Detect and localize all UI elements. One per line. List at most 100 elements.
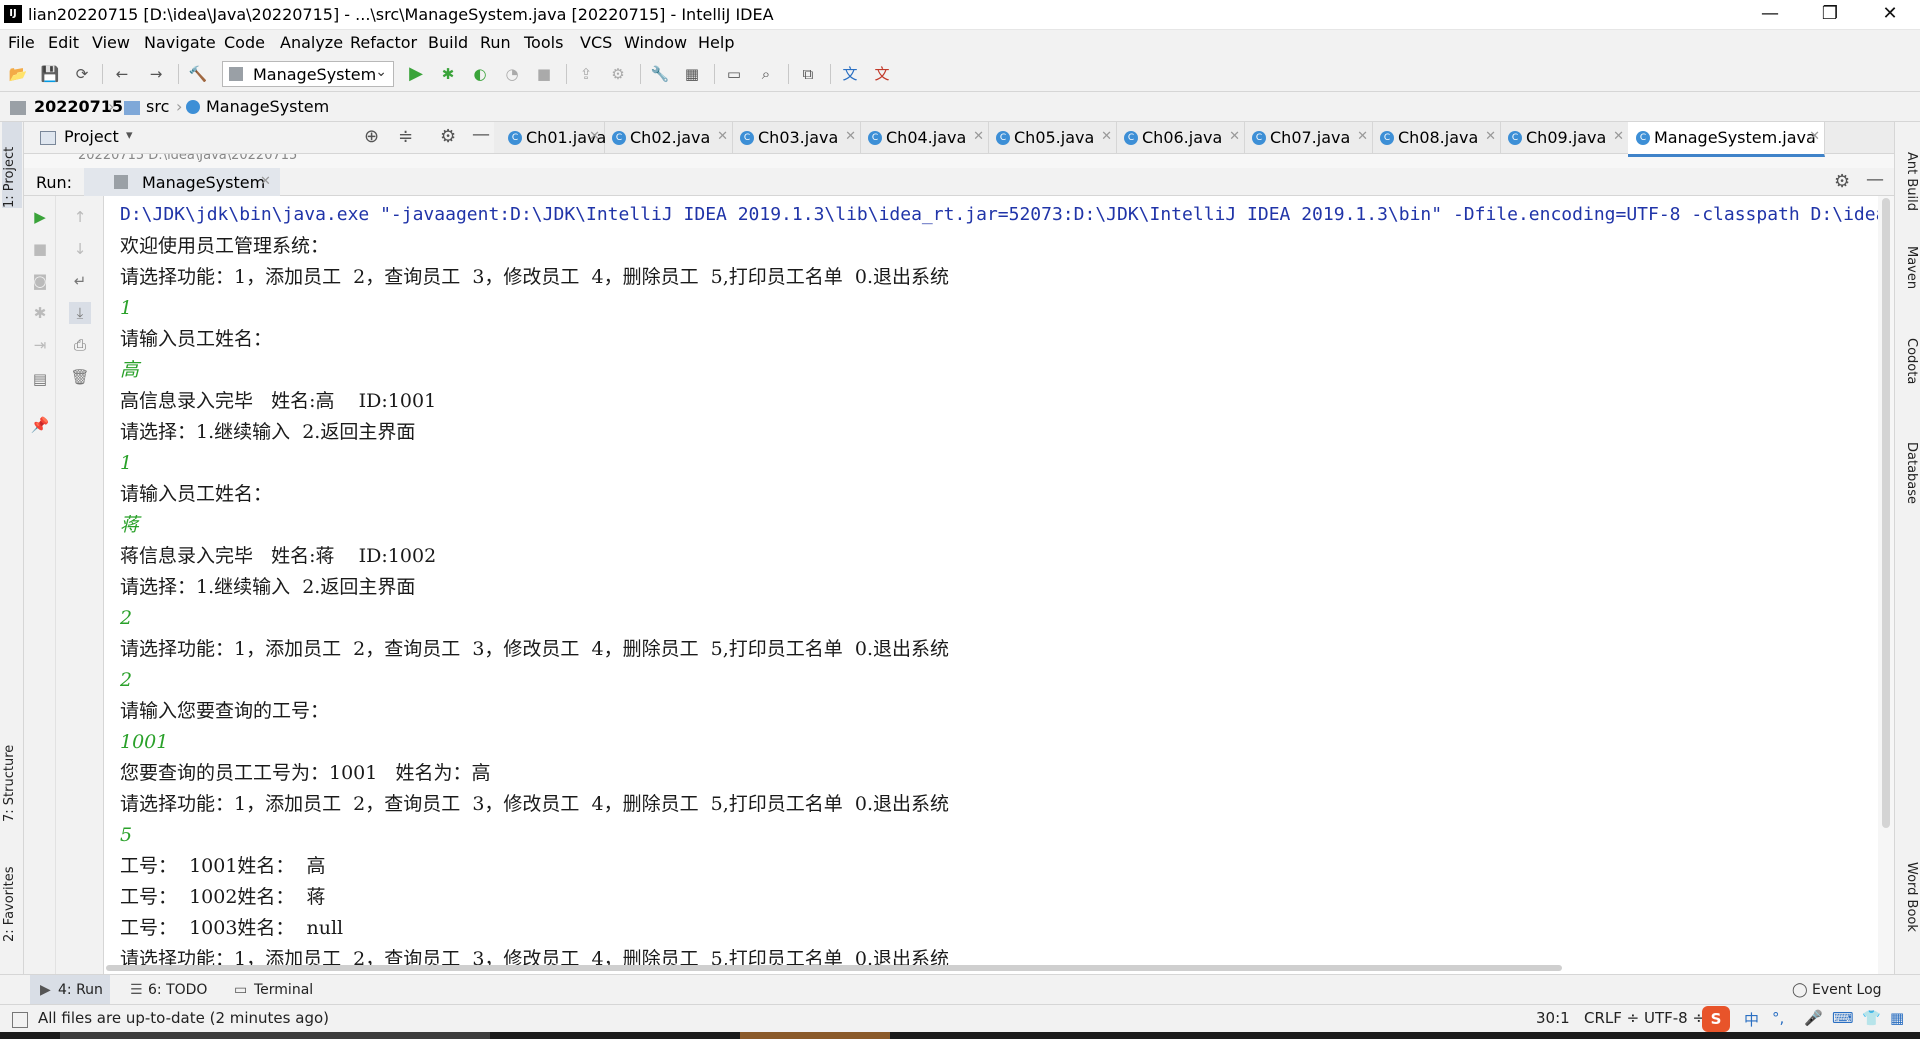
tool-tab-structure[interactable]: 7: Structure (2, 742, 22, 822)
tab-ch07[interactable]: C Ch07.java ✕ (1244, 122, 1373, 154)
stop-icon[interactable]: ■ (29, 238, 51, 260)
debug-icon[interactable]: ✱ (29, 302, 51, 324)
close-icon[interactable]: ✕ (260, 174, 271, 189)
tab-ch06[interactable]: C Ch06.java ✕ (1116, 122, 1245, 154)
event-log-button[interactable]: ◯ Event Log (1788, 975, 1898, 1005)
tool-tab-project[interactable]: 1: Project (2, 122, 22, 208)
attach-icon[interactable]: ⇪ (576, 64, 596, 84)
tool-tab-ant-build[interactable]: Ant Build (1899, 152, 1919, 211)
close-icon[interactable]: ✕ (845, 129, 856, 144)
keyboard-icon[interactable]: ⌨ (1832, 1009, 1854, 1027)
tool-tab-run[interactable]: ▶ 4: Run (30, 975, 110, 1005)
microphone-icon[interactable]: 🎤 (1804, 1009, 1823, 1027)
close-icon[interactable]: ✕ (1809, 129, 1820, 144)
gear-icon[interactable]: ⚙ (1834, 171, 1850, 192)
breadcrumb-src[interactable]: src (146, 97, 169, 116)
taskbar-segment[interactable] (60, 1032, 490, 1039)
menu-help[interactable]: Help (698, 33, 734, 52)
close-icon[interactable]: ✕ (1485, 129, 1496, 144)
caret-position[interactable]: 30:1 (1536, 1009, 1570, 1027)
line-separator[interactable]: CRLF ÷ (1584, 1009, 1639, 1027)
menu-refactor[interactable]: Refactor (350, 33, 417, 52)
close-icon[interactable]: ✕ (589, 129, 600, 144)
close-icon[interactable]: ✕ (717, 129, 728, 144)
hide-icon[interactable]: — (472, 124, 490, 145)
arrow-down-icon[interactable]: ↓ (69, 238, 91, 260)
menu-code[interactable]: Code (224, 33, 265, 52)
hide-icon[interactable]: — (1866, 169, 1884, 190)
taskbar-segment[interactable] (740, 1032, 890, 1039)
scrollbar-thumb[interactable] (1882, 198, 1890, 828)
tool-tab-terminal[interactable]: ▭ Terminal (228, 975, 328, 1005)
exit-icon[interactable]: ⇥ (29, 334, 51, 356)
tab-ch02[interactable]: C Ch02.java ✕ (604, 122, 733, 154)
tool-tab-favorites[interactable]: 2: Favorites (2, 862, 22, 942)
vcs-update-icon[interactable]: ⚙ (608, 64, 628, 84)
project-structure-icon[interactable]: ▦ (682, 64, 702, 84)
translate-icon[interactable]: 文 (840, 64, 860, 84)
vcs-icon[interactable]: ⧉ (798, 64, 818, 84)
scrollbar-thumb[interactable] (106, 965, 1562, 971)
file-encoding[interactable]: UTF-8 ÷ (1644, 1009, 1705, 1027)
tool-tab-word-book[interactable]: Word Book (1899, 862, 1919, 932)
close-icon[interactable]: ✕ (1357, 129, 1368, 144)
stop-icon[interactable]: ■ (534, 64, 554, 84)
menu-run[interactable]: Run (480, 33, 511, 52)
tab-ch03[interactable]: C Ch03.java ✕ (732, 122, 861, 154)
run-icon[interactable]: ▶ (406, 64, 426, 84)
camera-icon[interactable]: ◙ (29, 270, 51, 292)
pin-icon[interactable]: 📌 (29, 414, 51, 436)
tab-ch04[interactable]: C Ch04.java ✕ (860, 122, 989, 154)
collapse-icon[interactable]: ≑ (398, 126, 413, 147)
menu-navigate[interactable]: Navigate (144, 33, 216, 52)
close-icon[interactable]: ✕ (1613, 129, 1624, 144)
layout-icon[interactable]: ▤ (29, 368, 51, 390)
run-configuration-select[interactable]: ManageSystem ⌄ (222, 61, 394, 87)
status-toggle-icon[interactable] (12, 1012, 28, 1028)
print-icon[interactable]: ⎙ (69, 334, 91, 356)
run-tab-managesystem[interactable]: ManageSystem ✕ (84, 168, 280, 196)
menu-edit[interactable]: Edit (48, 33, 79, 52)
debug-icon[interactable]: ✱ (438, 64, 458, 84)
menu-view[interactable]: View (92, 33, 130, 52)
build-icon[interactable]: 🔨 (188, 64, 208, 84)
tab-ch01[interactable]: C Ch01.java ✕ (500, 122, 606, 154)
punctuation-icon[interactable]: °, (1772, 1009, 1784, 1027)
ime-mode[interactable]: 中 (1744, 1009, 1759, 1030)
close-icon[interactable]: ✕ (973, 129, 984, 144)
open-icon[interactable]: 📂 (8, 64, 28, 84)
arrow-up-icon[interactable]: ↑ (69, 206, 91, 228)
profile-icon[interactable]: ◔ (502, 64, 522, 84)
tab-ch08[interactable]: C Ch08.java ✕ (1372, 122, 1501, 154)
menu-window[interactable]: Window (624, 33, 687, 52)
console-vertical-scrollbar[interactable] (1878, 196, 1894, 974)
search-icon[interactable]: ⌕ (756, 64, 776, 84)
sync-icon[interactable]: ⟳ (72, 64, 92, 84)
tool-tab-codota[interactable]: Codota (1899, 338, 1919, 384)
tool-tab-todo[interactable]: ☰ 6: TODO (124, 975, 214, 1005)
gear-icon[interactable]: ⚙ (440, 126, 456, 147)
close-button[interactable]: ✕ (1860, 0, 1920, 30)
tab-managesystem[interactable]: C ManageSystem.java ✕ (1628, 122, 1825, 157)
soft-wrap-icon[interactable]: ↵ (69, 270, 91, 292)
locate-icon[interactable]: ⊕ (364, 126, 379, 147)
coverage-icon[interactable]: ◐ (470, 64, 490, 84)
tab-ch05[interactable]: C Ch05.java ✕ (988, 122, 1117, 154)
tab-ch09[interactable]: C Ch09.java ✕ (1500, 122, 1629, 154)
translate-alt-icon[interactable]: 文 (872, 64, 892, 84)
scroll-to-end-icon[interactable]: ⤓ (69, 302, 91, 324)
forward-icon[interactable]: → (146, 64, 166, 84)
back-icon[interactable]: ← (112, 64, 132, 84)
close-icon[interactable]: ✕ (1101, 129, 1112, 144)
console-horizontal-scrollbar[interactable] (104, 962, 1878, 974)
save-icon[interactable]: 💾 (40, 64, 60, 84)
menu-vcs[interactable]: VCS (580, 33, 612, 52)
tool-tab-database[interactable]: Database (1899, 442, 1919, 504)
wrench-icon[interactable]: 🔧 (650, 64, 670, 84)
trash-icon[interactable]: 🗑 (69, 366, 91, 388)
minimize-button[interactable]: — (1740, 0, 1800, 30)
console-output[interactable]: D:\JDK\jdk\bin\java.exe "-javaagent:D:\J… (104, 196, 1878, 974)
menu-tools[interactable]: Tools (524, 33, 563, 52)
grid-icon[interactable]: ▦ (1890, 1009, 1904, 1027)
sogou-ime-icon[interactable]: S (1702, 1006, 1730, 1032)
